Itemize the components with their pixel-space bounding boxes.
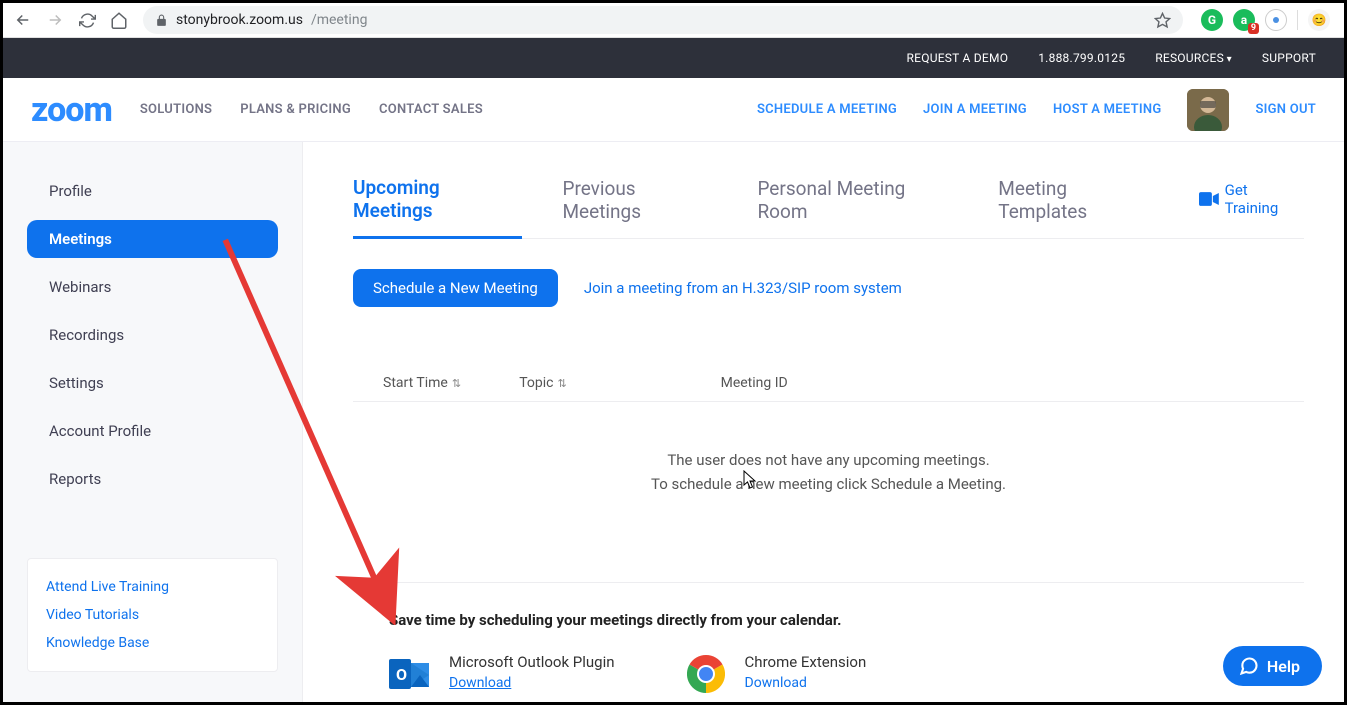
- main-header: zoom SOLUTIONS PLANS & PRICING CONTACT S…: [3, 78, 1344, 142]
- help-button[interactable]: Help: [1223, 646, 1322, 686]
- nav-plans[interactable]: PLANS & PRICING: [240, 102, 351, 117]
- sidebar: Profile Meetings Webinars Recordings Set…: [3, 142, 303, 702]
- video-tutorials-link[interactable]: Video Tutorials: [46, 601, 259, 629]
- attend-training-link[interactable]: Attend Live Training: [46, 573, 259, 601]
- sidebar-item-settings[interactable]: Settings: [27, 364, 278, 402]
- chrome-download-link[interactable]: Download: [745, 675, 807, 691]
- empty-state: The user does not have any upcoming meet…: [353, 448, 1304, 496]
- outlook-icon: O: [389, 653, 431, 695]
- url-host: stonybrook.zoom.us: [176, 12, 303, 28]
- col-meeting-id[interactable]: Meeting ID: [721, 375, 1304, 391]
- meetings-table-header: Start Time Topic Meeting ID: [353, 367, 1304, 402]
- nav-left: SOLUTIONS PLANS & PRICING CONTACT SALES: [140, 102, 483, 117]
- chrome-ext-name: Chrome Extension: [745, 653, 867, 671]
- zoom-logo[interactable]: zoom: [31, 90, 112, 130]
- nav-contact[interactable]: CONTACT SALES: [379, 102, 483, 117]
- back-icon[interactable]: [9, 6, 37, 34]
- knowledge-base-link[interactable]: Knowledge Base: [46, 629, 259, 657]
- chrome-extension: Chrome Extension Download: [685, 653, 867, 695]
- extension-grammarly-icon[interactable]: G: [1201, 9, 1223, 31]
- calendar-title: Save time by scheduling your meetings di…: [389, 611, 1304, 629]
- phone-link[interactable]: 1.888.799.0125: [1038, 51, 1125, 65]
- meeting-tabs: Upcoming Meetings Previous Meetings Pers…: [353, 170, 1304, 239]
- tab-previous[interactable]: Previous Meetings: [562, 171, 717, 237]
- extension-icons: G a9 😊: [1193, 9, 1338, 31]
- chat-icon: [1239, 656, 1259, 676]
- reload-icon[interactable]: [73, 6, 101, 34]
- profile-avatar-icon[interactable]: 😊: [1308, 9, 1330, 31]
- join-meeting-link[interactable]: JOIN A MEETING: [923, 102, 1027, 117]
- extension-generic-icon[interactable]: [1265, 9, 1287, 31]
- svg-text:O: O: [396, 665, 407, 684]
- address-bar[interactable]: stonybrook.zoom.us/meeting: [143, 6, 1183, 34]
- outlook-plugin-name: Microsoft Outlook Plugin: [449, 653, 615, 671]
- outlook-download-link[interactable]: Download: [449, 675, 511, 691]
- extension-adblock-icon[interactable]: a9: [1233, 9, 1255, 31]
- avatar[interactable]: [1187, 89, 1229, 131]
- lock-icon: [155, 14, 168, 27]
- star-icon[interactable]: [1154, 12, 1171, 29]
- sidebar-item-recordings[interactable]: Recordings: [27, 316, 278, 354]
- tab-pmr[interactable]: Personal Meeting Room: [757, 171, 958, 237]
- sidebar-item-profile[interactable]: Profile: [27, 172, 278, 210]
- sidebar-item-account-profile[interactable]: Account Profile: [27, 412, 278, 450]
- sip-join-link[interactable]: Join a meeting from an H.323/SIP room sy…: [584, 279, 902, 297]
- support-link[interactable]: SUPPORT: [1262, 51, 1316, 65]
- sidebar-item-webinars[interactable]: Webinars: [27, 268, 278, 306]
- nav-solutions[interactable]: SOLUTIONS: [140, 102, 212, 117]
- chrome-icon: [685, 653, 727, 695]
- url-path: /meeting: [311, 12, 367, 28]
- forward-icon[interactable]: [41, 6, 69, 34]
- schedule-meeting-link[interactable]: SCHEDULE A MEETING: [757, 102, 897, 117]
- action-row: Schedule a New Meeting Join a meeting fr…: [353, 269, 1304, 307]
- nav-right: SCHEDULE A MEETING JOIN A MEETING HOST A…: [757, 89, 1316, 131]
- sidebar-item-reports[interactable]: Reports: [27, 460, 278, 498]
- col-topic[interactable]: Topic: [519, 375, 720, 391]
- outlook-plugin: O Microsoft Outlook Plugin Download: [389, 653, 615, 695]
- schedule-new-meeting-button[interactable]: Schedule a New Meeting: [353, 269, 558, 307]
- sidebar-item-meetings[interactable]: Meetings: [27, 220, 278, 258]
- get-training-link[interactable]: Get Training: [1199, 181, 1304, 227]
- tab-upcoming[interactable]: Upcoming Meetings: [353, 170, 522, 239]
- request-demo-link[interactable]: REQUEST A DEMO: [907, 51, 1009, 65]
- sign-out-link[interactable]: SIGN OUT: [1255, 102, 1316, 117]
- tab-templates[interactable]: Meeting Templates: [998, 171, 1159, 237]
- browser-toolbar: stonybrook.zoom.us/meeting G a9 😊: [3, 3, 1344, 38]
- home-icon[interactable]: [105, 6, 133, 34]
- col-start-time[interactable]: Start Time: [383, 375, 519, 391]
- main-content: Upcoming Meetings Previous Meetings Pers…: [303, 142, 1344, 702]
- resources-dropdown[interactable]: RESOURCES: [1155, 51, 1232, 65]
- calendar-section: Save time by scheduling your meetings di…: [353, 582, 1304, 695]
- sidebar-help-box: Attend Live Training Video Tutorials Kno…: [27, 558, 278, 672]
- host-meeting-dropdown[interactable]: HOST A MEETING: [1053, 102, 1162, 117]
- video-icon: [1199, 192, 1219, 206]
- top-utility-bar: REQUEST A DEMO 1.888.799.0125 RESOURCES …: [3, 38, 1344, 78]
